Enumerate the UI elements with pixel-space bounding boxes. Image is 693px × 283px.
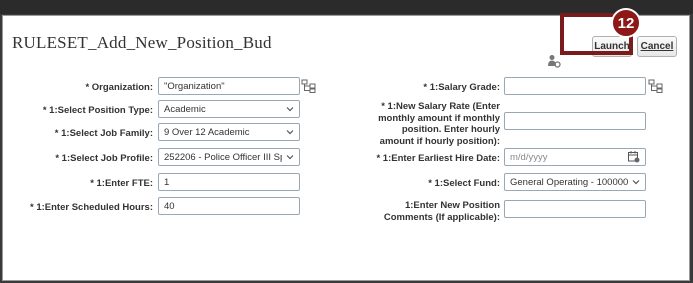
comments-field[interactable] — [504, 200, 646, 218]
comments-label-line: Comments (If applicable): — [383, 211, 500, 223]
background-app-strip — [0, 0, 693, 14]
salary-rate-label-line: amount if hourly position): — [379, 135, 500, 147]
salary-rate-label-line: position. Enter hourly — [401, 124, 500, 135]
job-profile-value: 252206 - Police Officer III Spe — [164, 151, 282, 163]
position-type-select[interactable]: Academic — [158, 100, 300, 118]
organization-label: * Organization: — [85, 82, 153, 93]
fte-field[interactable]: 1 — [158, 173, 300, 191]
job-family-value: 9 Over 12 Academic — [164, 126, 250, 138]
scheduled-hours-value: 40 — [164, 200, 175, 212]
organization-value: "Organization" — [164, 80, 225, 92]
salary-rate-label: * 1:New Salary Rate (Enter monthly amoun… — [363, 101, 500, 147]
job-family-select[interactable]: 9 Over 12 Academic — [158, 123, 300, 141]
fund-select[interactable]: General Operating - 100000 — [504, 173, 646, 191]
job-profile-label: * 1:Select Job Profile: — [55, 153, 153, 164]
position-type-label: * 1:Select Position Type: — [42, 105, 153, 116]
chevron-down-icon — [286, 130, 294, 135]
chevron-down-icon — [632, 180, 640, 185]
hierarchy-picker-icon[interactable] — [301, 79, 317, 93]
hire-date-field[interactable]: m/d/yyyy — [504, 148, 646, 166]
comments-label-line: 1:Enter New Position — [404, 200, 500, 211]
fte-label: * 1:Enter FTE: — [90, 178, 153, 189]
salary-rate-label-line: monthly amount if monthly — [378, 112, 500, 124]
scheduled-hours-field[interactable]: 40 — [158, 197, 300, 215]
fte-value: 1 — [164, 176, 170, 188]
person-settings-icon[interactable] — [547, 54, 561, 68]
hierarchy-picker-icon[interactable] — [648, 79, 664, 93]
job-family-label: * 1:Select Job Family: — [54, 128, 153, 139]
dialog-title: RULESET_Add_New_Position_Bud — [12, 33, 272, 52]
fund-label: * 1:Select Fund: — [428, 178, 500, 189]
salary-rate-field[interactable] — [504, 112, 646, 130]
fund-value: General Operating - 100000 — [510, 176, 628, 188]
chevron-down-icon — [286, 155, 294, 160]
organization-field[interactable]: "Organization" — [158, 77, 300, 95]
scheduled-hours-label: * 1:Enter Scheduled Hours: — [30, 202, 153, 213]
salary-grade-field[interactable] — [504, 77, 646, 95]
cancel-button[interactable]: Cancel — [637, 36, 677, 57]
position-type-value: Academic — [164, 103, 206, 115]
job-profile-select[interactable]: 252206 - Police Officer III Spe — [158, 148, 300, 166]
hire-date-label: * 1:Enter Earliest Hire Date: — [376, 153, 500, 164]
hire-date-placeholder: m/d/yyyy — [510, 151, 548, 163]
salary-grade-label: * 1:Salary Grade: — [423, 82, 500, 93]
calendar-icon[interactable] — [628, 151, 640, 163]
salary-rate-label-line: * 1:New Salary Rate (Enter — [381, 101, 500, 112]
chevron-down-icon — [286, 107, 294, 112]
step-marker-badge: 12 — [611, 8, 641, 38]
comments-label: 1:Enter New Position Comments (If applic… — [363, 200, 500, 223]
